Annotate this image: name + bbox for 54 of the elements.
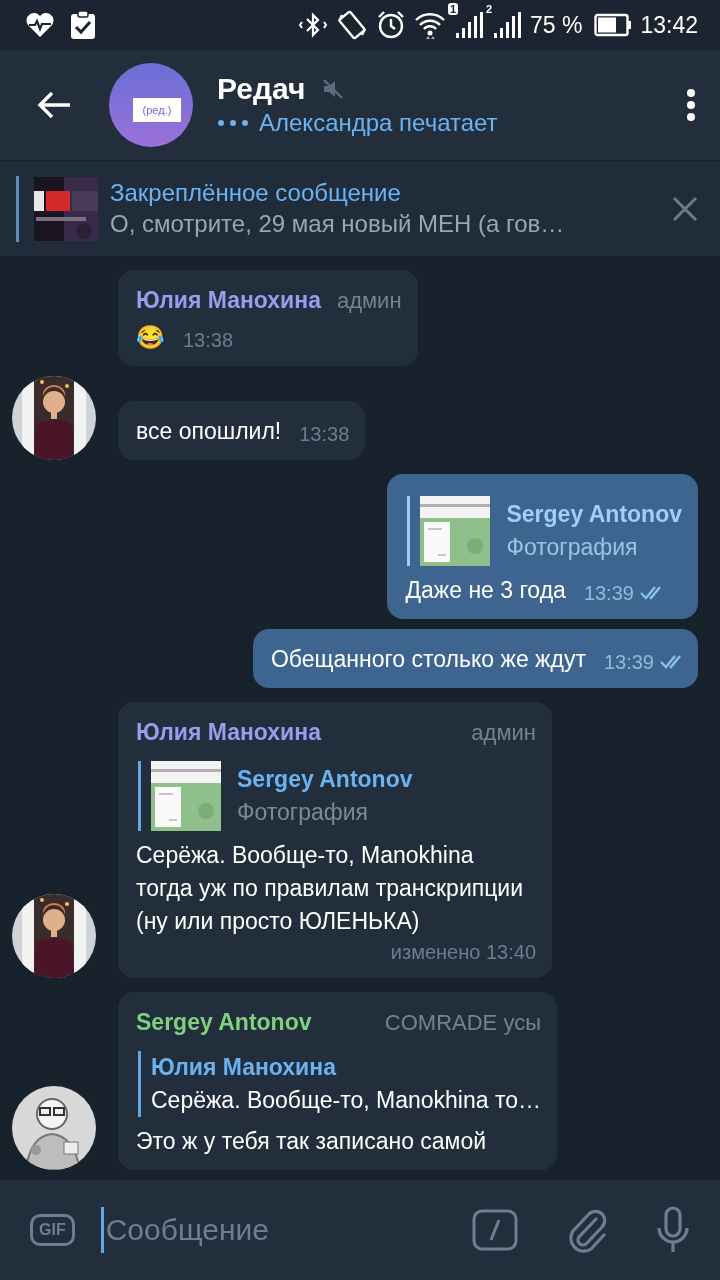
role-label: админ bbox=[336, 287, 402, 315]
back-arrow-icon[interactable] bbox=[36, 90, 72, 120]
message-time: 13:39 bbox=[583, 581, 634, 606]
message-time: 13:38 bbox=[183, 328, 234, 353]
reply-author: Sergey Antonov bbox=[506, 500, 682, 529]
pinned-text: О, смотрите, 29 мая новый МЕН (а гов… bbox=[110, 208, 566, 239]
clipboard-check-icon bbox=[70, 10, 96, 40]
bluetooth-icon bbox=[298, 10, 328, 40]
pinned-bar[interactable]: Закреплённое сообщение О, смотрите, 29 мая новый МЕН (а гов… bbox=[0, 160, 720, 256]
message-time: изменено 13:40 bbox=[390, 940, 536, 965]
sender-name: Sergey Antonov bbox=[136, 1008, 312, 1037]
paperclip-icon[interactable] bbox=[566, 1207, 608, 1253]
reply-preview: Серёжа. Вообще-то, Manokhina то… bbox=[151, 1086, 541, 1115]
battery-icon bbox=[594, 13, 633, 37]
clock-time: 13:42 bbox=[640, 10, 698, 40]
typing-dots-icon bbox=[217, 119, 251, 127]
signal-icon bbox=[492, 11, 522, 39]
sim-number: 1 bbox=[448, 3, 459, 15]
reply-preview: Фотография bbox=[237, 798, 370, 827]
avatar-label: (ред.) bbox=[132, 97, 182, 123]
message-time: 13:39 bbox=[603, 650, 654, 675]
reply-quote[interactable]: Юлия Манохина Серёжа. Вообще-то, Manokhina то… bbox=[138, 1051, 541, 1117]
alarm-clock-icon bbox=[376, 10, 406, 40]
typing-status: Александра печатает bbox=[259, 108, 498, 138]
reply-preview: Фотография bbox=[506, 533, 639, 562]
reply-author: Sergey Antonov bbox=[237, 765, 413, 794]
vibrate-icon bbox=[336, 9, 368, 41]
menu-icon[interactable] bbox=[686, 88, 696, 122]
message-text: Серёжа. Вообще-то, Manokhina тогда уж по правилам транскрипции (ну или просто ЮЛЕНЬКА) bbox=[136, 841, 525, 936]
battery-percent: 75 % bbox=[530, 10, 583, 40]
message-time: 13:38 bbox=[299, 422, 350, 447]
heart-pulse-icon bbox=[26, 12, 54, 38]
message-text: Даже не 3 года bbox=[405, 576, 566, 605]
close-icon[interactable] bbox=[672, 195, 698, 222]
message-text: все опошлил! bbox=[136, 417, 282, 446]
microphone-icon[interactable] bbox=[656, 1206, 690, 1254]
reply-author: Юлия Манохина bbox=[151, 1053, 338, 1082]
wifi-icon bbox=[414, 10, 446, 40]
signal-icon bbox=[454, 11, 484, 39]
slash-command-icon[interactable] bbox=[472, 1209, 518, 1251]
role-label: админ bbox=[471, 719, 536, 747]
message-text: Это ж у тебя так записано самой bbox=[136, 1127, 487, 1156]
chat-title: Редач bbox=[217, 71, 306, 107]
sender-name: Юлия Манохина bbox=[136, 286, 321, 315]
message-text: Обещанного столько же ждут bbox=[271, 645, 586, 674]
sim-number: 2 bbox=[486, 3, 493, 15]
sender-name: Юлия Манохина bbox=[136, 718, 321, 747]
reply-quote[interactable]: Sergey Antonov Фотография bbox=[407, 496, 682, 566]
reply-quote[interactable]: Sergey Antonov Фотография bbox=[138, 761, 536, 831]
pinned-title: Закреплённое сообщение bbox=[110, 177, 402, 208]
role-label: COMRADE усы bbox=[384, 1009, 541, 1037]
message-text: 😂 bbox=[136, 323, 165, 352]
gif-button[interactable]: GIF bbox=[30, 1214, 75, 1246]
message-input[interactable]: Сообщение bbox=[100, 1207, 456, 1253]
